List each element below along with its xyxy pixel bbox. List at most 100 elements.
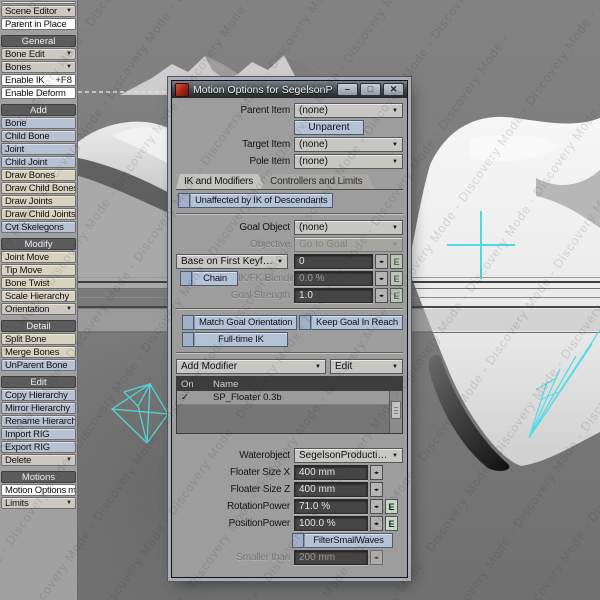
sidebar-item-draw-child-bones[interactable]: Draw Child Bones [1,182,76,194]
sidebar-item-enable-ik[interactable]: Enable IK+F8 [1,74,76,86]
column-on: On [177,379,213,390]
checkbox-box [180,271,192,286]
stepper-icon[interactable]: ◂▸ [370,499,383,514]
edit-dropdown[interactable]: Edit ▼ [330,359,403,374]
sidebar-item-copy-hierarchy[interactable]: Copy Hierarchy [1,389,76,401]
waterobject-dropdown[interactable]: SegelsonProductionLo ... ▼ [294,448,403,463]
tab-controllers-and-limits[interactable]: Controllers and Limits [262,174,374,189]
sidebar-item-import-rig[interactable]: Import RIG [1,428,76,440]
sidebar-item-cvt-skelegons[interactable]: Cvt Skelegons [1,221,76,233]
filter-small-waves-toggle[interactable]: FilterSmallWaves [292,533,393,548]
sidebar-item-scene-editor[interactable]: Scene Editor▼ [1,5,76,17]
column-name: Name [213,379,402,390]
sidebar-item-tip-move[interactable]: Tip Move [1,264,76,276]
sidebar-item-partial[interactable] [1,1,76,4]
sidebar-item-merge-bones[interactable]: Merge Bones [1,346,76,358]
checkbox-box [182,332,194,347]
chevron-down-icon: ▼ [392,364,398,370]
sidebar-item-rename-hierarchy[interactable]: Rename Hierarchy [1,415,76,427]
sidebar-item-enable-deform[interactable]: Enable Deform [1,87,76,99]
stepper-icon[interactable]: ◂▸ [375,254,388,269]
unparent-button[interactable]: Unparent [294,120,364,135]
left-toolbar: Scene Editor▼Parent in PlaceGeneralBone … [0,0,78,600]
goal-strength-field[interactable]: 1.0 [294,288,373,303]
checkbox-box [299,315,311,330]
envelope-button[interactable]: E [390,254,403,269]
chevron-down-icon: ▼ [392,242,398,248]
sidebar-item-draw-bones[interactable]: Draw Bones [1,169,76,181]
chain-toggle[interactable]: Chain [180,271,238,286]
sidebar-item-mirror-hierarchy[interactable]: Mirror Hierarchy [1,402,76,414]
sidebar-item-parent-in-place[interactable]: Parent in Place [1,18,76,30]
sidebar-item-joint-move[interactable]: Joint Move [1,251,76,263]
envelope-button[interactable]: E [390,288,403,303]
sidebar-item-bone-twist[interactable]: Bone Twist [1,277,76,289]
sidebar-item-limits[interactable]: Limits▼ [1,497,76,509]
dialog-body: Parent Item (none) ▼ Unparent Target Ite… [172,98,407,577]
goal-object-dropdown[interactable]: (none) ▼ [294,220,403,235]
rotation-power-field[interactable]: 71.0 % [294,499,368,514]
sidebar-item-orientation[interactable]: Orientation▼ [1,303,76,315]
minimize-icon[interactable]: – [337,83,358,96]
sidebar-item-draw-joints[interactable]: Draw Joints [1,195,76,207]
add-modifier-dropdown[interactable]: Add Modifier ▼ [176,359,326,374]
objective-dropdown[interactable]: Go to Goal ▼ [294,237,403,252]
dialog-titlebar[interactable]: Motion Options for SegelsonPro... – □ ✕ [172,81,407,98]
keyframe-mode-dropdown[interactable]: Base on First Keyframe ▼ [176,254,288,269]
sidebar-item-child-bone[interactable]: Child Bone [1,130,76,142]
sidebar-item-draw-child-joints[interactable]: Draw Child Joints [1,208,76,220]
pole-item-dropdown[interactable]: (none) ▼ [294,154,403,169]
sidebar-item-bone[interactable]: Bone [1,117,76,129]
stepper-icon[interactable]: ◂▸ [375,271,388,286]
envelope-button[interactable]: E [385,499,398,514]
sidebar-item-unparent-bone[interactable]: UnParent Bone [1,359,76,371]
chevron-down-icon: ▼ [392,159,398,165]
stepper-icon[interactable]: ◂▸ [370,465,383,480]
stepper-icon[interactable]: ◂▸ [370,550,383,565]
target-item-dropdown[interactable]: (none) ▼ [294,137,403,152]
stepper-icon[interactable]: ◂▸ [370,482,383,497]
sidebar-item-motion-options[interactable]: Motion Optionsm [1,484,76,496]
modifier-list: On Name ✓ SP_Floater 0.3b [176,376,403,434]
sidebar-item-scale-hierarchy[interactable]: Scale Hierarchy [1,290,76,302]
check-icon[interactable]: ✓ [177,392,213,403]
close-icon[interactable]: ✕ [383,83,404,96]
sidebar-item-joint[interactable]: Joint [1,143,76,155]
envelope-button[interactable]: E [390,271,403,286]
sidebar-item-bones[interactable]: Bones▼ [1,61,76,73]
divider [176,213,403,215]
list-item[interactable]: ✓ SP_Floater 0.3b [177,391,390,405]
full-time-ik-toggle[interactable]: Full-time IK [182,332,288,347]
floater-size-z-field[interactable]: 400 mm [294,482,368,497]
sidebar-item-export-rig[interactable]: Export RIG [1,441,76,453]
list-scrollbar[interactable] [389,391,402,433]
checkbox-box [292,533,304,548]
smaller-than-field[interactable]: 200 mm [294,550,368,565]
sidebar-item-delete[interactable]: Delete▼ [1,454,76,466]
app-icon [175,83,189,97]
position-power-field[interactable]: 100.0 % [294,516,368,531]
sidebar-item-child-joint[interactable]: Child Joint [1,156,76,168]
sidebar-item-bone-edit[interactable]: Bone Edit▼ [1,48,76,60]
smaller-than-label: Smaller than [176,552,294,563]
chevron-down-icon: ▼ [392,453,398,459]
keep-goal-in-reach-toggle[interactable]: Keep Goal In Reach [299,315,403,330]
match-goal-orientation-toggle[interactable]: Match Goal Orientation [182,315,292,330]
unaffected-by-ik-toggle[interactable]: Unaffected by IK of Descendants [178,193,328,208]
chevron-down-icon: ▼ [66,455,72,466]
chevron-down-icon: ▼ [315,364,321,370]
keyframe-value-field[interactable]: 0 [294,254,373,269]
envelope-button[interactable]: E [385,516,398,531]
target-item-label: Target Item [176,139,294,150]
parent-item-dropdown[interactable]: (none) ▼ [294,103,403,118]
sidebar-section-general: General [1,35,76,47]
stepper-icon[interactable]: ◂▸ [370,516,383,531]
tab-ik-and-modifiers[interactable]: IK and Modifiers [176,174,265,189]
floater-size-x-field[interactable]: 400 mm [294,465,368,480]
maximize-icon[interactable]: □ [360,83,381,96]
scrollbar-thumb[interactable] [391,401,401,419]
ikfk-blending-field[interactable]: 0.0 % [294,271,373,286]
sidebar-item-split-bone[interactable]: Split Bone [1,333,76,345]
floater-size-z-label: Floater Size Z [176,484,294,495]
stepper-icon[interactable]: ◂▸ [375,288,388,303]
